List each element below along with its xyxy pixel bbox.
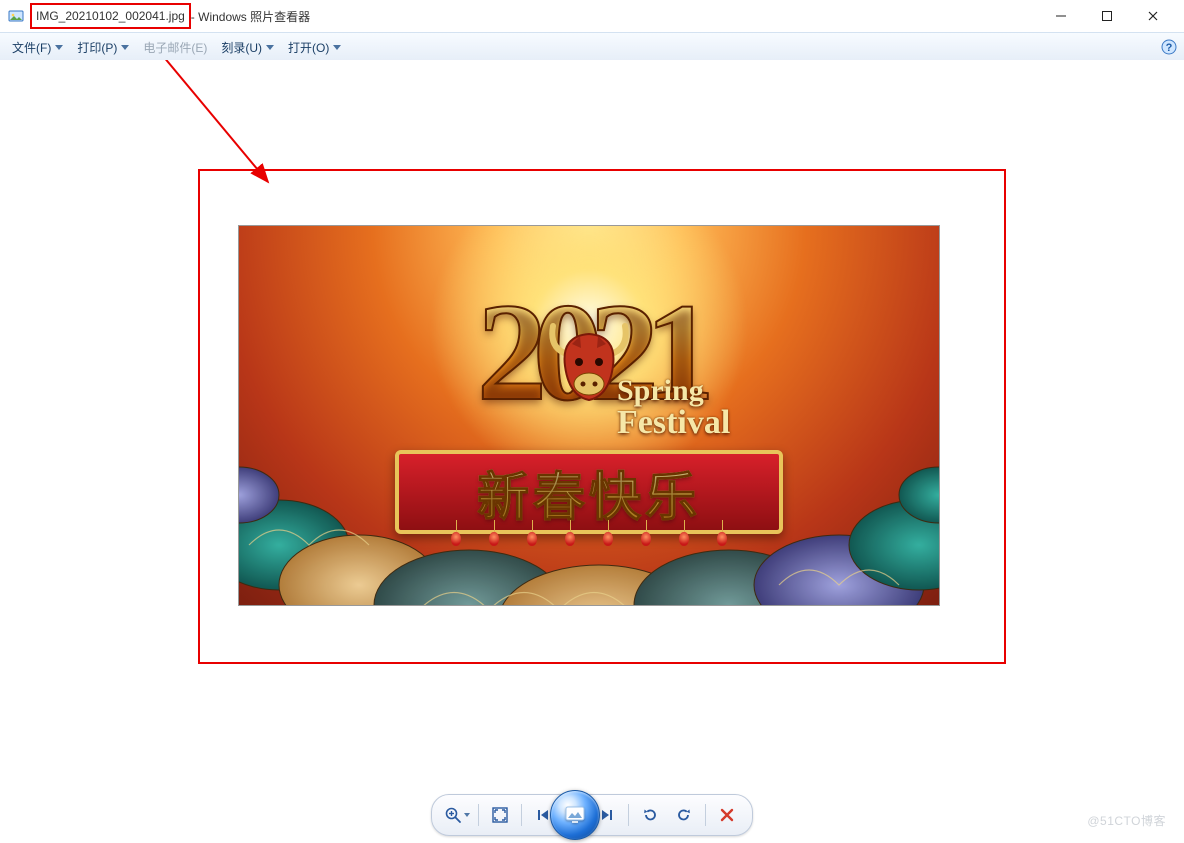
minimize-button[interactable] bbox=[1038, 1, 1084, 31]
delete-button[interactable] bbox=[710, 801, 744, 829]
toolbar-separator bbox=[628, 804, 629, 826]
svg-text:?: ? bbox=[1166, 42, 1173, 54]
app-icon bbox=[8, 8, 24, 24]
rotate-ccw-button[interactable] bbox=[633, 801, 667, 829]
menu-open[interactable]: 打开(O) bbox=[282, 37, 347, 58]
annotation-filename-box: IMG_20210102_002041.jpg bbox=[30, 3, 191, 29]
menu-print-label: 打印(P) bbox=[77, 39, 117, 56]
rotate-cw-button[interactable] bbox=[667, 801, 701, 829]
viewer-toolbar bbox=[0, 787, 1184, 843]
artwork-banner: 新春快乐 bbox=[395, 450, 783, 534]
close-button[interactable] bbox=[1130, 1, 1176, 31]
chevron-down-icon bbox=[266, 45, 274, 50]
artwork-spring-line2: Festival bbox=[617, 406, 730, 440]
menubar: 文件(F) 打印(P) 电子邮件(E) 刻录(U) 打开(O) ? bbox=[0, 32, 1184, 62]
menu-file[interactable]: 文件(F) bbox=[6, 37, 69, 58]
help-button[interactable]: ? bbox=[1160, 38, 1178, 56]
displayed-image: 2021 Spring Festival 新春快乐 bbox=[238, 225, 940, 606]
slideshow-icon bbox=[551, 791, 599, 839]
maximize-button[interactable] bbox=[1084, 1, 1130, 31]
chevron-down-icon bbox=[333, 45, 341, 50]
artwork-spring-line1: Spring bbox=[617, 374, 704, 407]
toolbar-separator bbox=[521, 804, 522, 826]
menu-email-label: 电子邮件(E) bbox=[143, 39, 207, 56]
menu-open-label: 打开(O) bbox=[288, 39, 329, 56]
window-title: IMG_20210102_002041.jpg - Windows 照片查看器 bbox=[30, 3, 310, 29]
menu-file-label: 文件(F) bbox=[12, 39, 51, 56]
chevron-down-icon bbox=[464, 813, 470, 817]
fit-window-button[interactable] bbox=[483, 801, 517, 829]
chevron-down-icon bbox=[121, 45, 129, 50]
lanterns-decoration bbox=[239, 532, 939, 556]
toolbar-separator bbox=[705, 804, 706, 826]
artwork-spring-festival: Spring Festival bbox=[617, 376, 730, 440]
menu-email: 电子邮件(E) bbox=[137, 37, 213, 58]
toolbar-pill bbox=[431, 794, 753, 836]
titlebar: IMG_20210102_002041.jpg - Windows 照片查看器 bbox=[0, 0, 1184, 32]
toolbar-separator bbox=[478, 804, 479, 826]
title-filename: IMG_20210102_002041.jpg bbox=[36, 9, 185, 23]
artwork-banner-text: 新春快乐 bbox=[477, 455, 701, 530]
chevron-down-icon bbox=[55, 45, 63, 50]
image-viewport[interactable]: 2021 Spring Festival 新春快乐 bbox=[0, 60, 1184, 787]
title-app-suffix: - Windows 照片查看器 bbox=[191, 8, 310, 25]
watermark: @51CTO博客 bbox=[1087, 812, 1166, 829]
zoom-button[interactable] bbox=[440, 801, 474, 829]
slideshow-button[interactable] bbox=[550, 790, 600, 840]
menu-burn[interactable]: 刻录(U) bbox=[215, 37, 280, 58]
photo-viewer-window: IMG_20210102_002041.jpg - Windows 照片查看器 … bbox=[0, 0, 1184, 843]
menu-print[interactable]: 打印(P) bbox=[71, 37, 135, 58]
menu-burn-label: 刻录(U) bbox=[221, 39, 262, 56]
